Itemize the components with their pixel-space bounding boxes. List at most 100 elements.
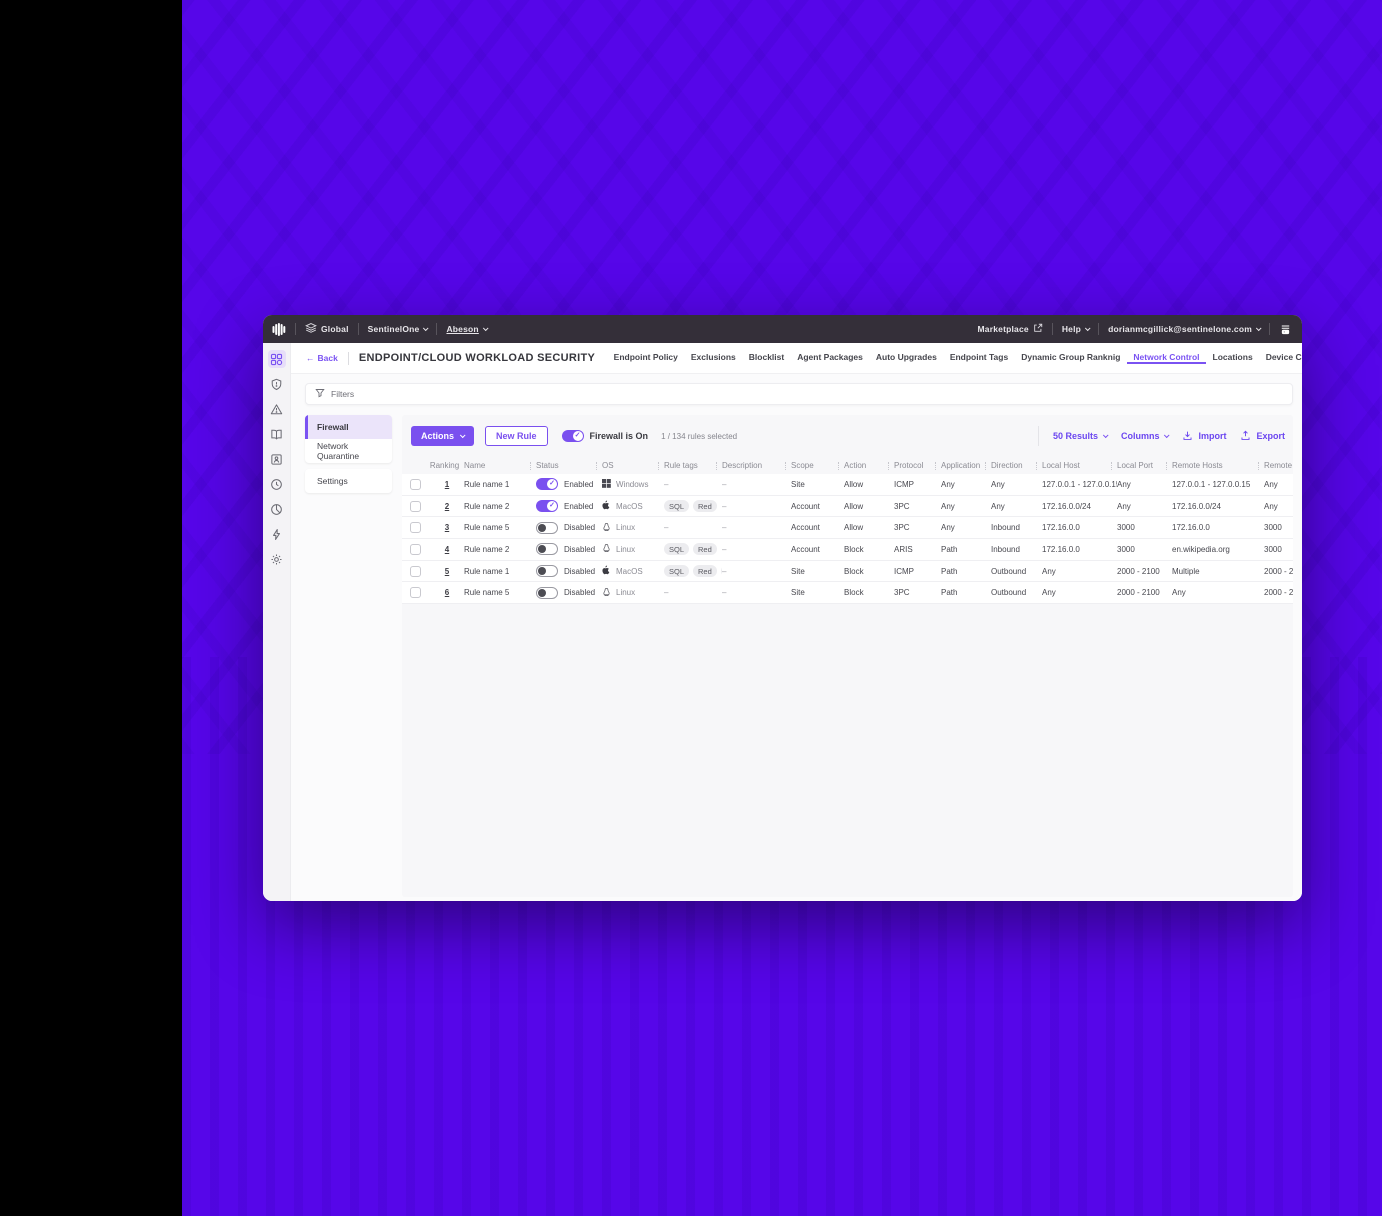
column-header-action[interactable]: Action [844, 461, 894, 471]
column-header-local-port[interactable]: Local Port [1117, 461, 1172, 471]
cell-ranking: 1 [430, 480, 464, 489]
status-toggle[interactable] [536, 587, 558, 599]
column-header-application[interactable]: Application [941, 461, 991, 471]
rule-tag-chip[interactable]: Red [693, 543, 717, 555]
import-button[interactable]: Import [1182, 430, 1226, 443]
status-toggle[interactable] [536, 522, 558, 534]
column-header-protocol[interactable]: Protocol [894, 461, 941, 471]
column-header-remote-port[interactable]: Remote Port [1264, 461, 1293, 471]
table-header-row: RankingNameStatusOSRule tagsDescriptionS… [402, 457, 1293, 474]
tab-endpoint-tags[interactable]: Endpoint Tags [943, 352, 1014, 364]
ranking-link[interactable]: 5 [437, 567, 457, 576]
pie-chart-icon[interactable] [268, 500, 286, 518]
export-button[interactable]: Export [1240, 430, 1285, 443]
table-row[interactable]: 1Rule name 1✓EnabledWindows––SiteAllowIC… [402, 474, 1293, 496]
column-header-scope[interactable]: Scope [791, 461, 844, 471]
tab-device-control[interactable]: Device Control [1259, 352, 1302, 364]
cell-remote-port: 3000 [1264, 545, 1293, 554]
settings-gear-icon[interactable] [268, 550, 286, 568]
library-book-icon[interactable] [268, 425, 286, 443]
row-checkbox[interactable] [410, 566, 421, 577]
chevron-down-icon [483, 325, 489, 331]
ranking-link[interactable]: 1 [437, 480, 457, 489]
ranking-link[interactable]: 4 [437, 545, 457, 554]
status-toggle[interactable] [536, 565, 558, 577]
row-checkbox[interactable] [410, 479, 421, 490]
ranking-link[interactable]: 3 [437, 523, 457, 532]
tab-endpoint-policy[interactable]: Endpoint Policy [607, 352, 684, 364]
status-toggle[interactable]: ✓ [536, 500, 558, 512]
subnav-item-firewall[interactable]: Firewall [305, 415, 392, 439]
org-menu[interactable]: SentinelOne [368, 324, 428, 334]
help-menu[interactable]: Help [1062, 324, 1089, 334]
table-row[interactable]: 3Rule name 5DisabledLinux––AccountAllow3… [402, 517, 1293, 539]
tab-dynamic-group-ranknig[interactable]: Dynamic Group Ranknig [1015, 352, 1127, 364]
rule-tag-chip[interactable]: SQL [664, 500, 689, 512]
row-checkbox[interactable] [410, 587, 421, 598]
tab-network-control[interactable]: Network Control [1127, 352, 1206, 364]
os-label: MacOS [616, 502, 643, 511]
firewall-toggle[interactable]: ✓ [562, 430, 584, 442]
results-count-dropdown[interactable]: 50 Results [1053, 431, 1107, 441]
cell-rule-tags: SQLRed+3 [664, 565, 722, 577]
back-button[interactable]: ← Back [306, 353, 338, 363]
column-header-ranking[interactable]: Ranking [430, 461, 464, 471]
new-rule-button[interactable]: New Rule [485, 426, 548, 446]
site-menu[interactable]: Abeson [446, 324, 486, 334]
cell-action: Block [844, 567, 894, 576]
table-row[interactable]: 5Rule name 1DisabledMacOSSQLRed+3–SiteBl… [402, 561, 1293, 583]
row-checkbox[interactable] [410, 522, 421, 533]
ranking-link[interactable]: 6 [437, 588, 457, 597]
column-header-name[interactable]: Name [464, 461, 536, 471]
column-header-rule-tags[interactable]: Rule tags [664, 461, 722, 471]
table-body: 1Rule name 1✓EnabledWindows––SiteAllowIC… [402, 474, 1293, 604]
table-row[interactable]: 6Rule name 5DisabledLinux––SiteBlock3PCP… [402, 582, 1293, 604]
rule-tag-chip[interactable]: SQL [664, 543, 689, 555]
rule-tag-chip[interactable]: Red [693, 565, 717, 577]
status-label: Disabled [564, 588, 595, 597]
columns-label: Columns [1121, 431, 1160, 441]
status-toggle[interactable] [536, 543, 558, 555]
column-header-local-host[interactable]: Local Host [1042, 461, 1117, 471]
lightning-icon[interactable] [268, 525, 286, 543]
chevron-down-icon [1085, 325, 1091, 331]
user-menu[interactable]: dorianmcgillick@sentinelone.com [1108, 324, 1260, 334]
cell-name: Rule name 1 [464, 480, 536, 489]
tab-blocklist[interactable]: Blocklist [742, 352, 790, 364]
status-toggle[interactable]: ✓ [536, 478, 558, 490]
row-checkbox[interactable] [410, 501, 421, 512]
table-row[interactable]: 4Rule name 2DisabledLinuxSQLRed–AccountB… [402, 539, 1293, 561]
os-label: Linux [616, 545, 635, 554]
shield-alert-icon[interactable] [268, 375, 286, 393]
history-clock-icon[interactable] [268, 475, 286, 493]
subnav-item-settings[interactable]: Settings [305, 469, 392, 493]
column-header-status[interactable]: Status [536, 461, 602, 471]
tab-agent-packages[interactable]: Agent Packages [791, 352, 870, 364]
filters-bar[interactable]: Filters [305, 383, 1293, 405]
columns-dropdown[interactable]: Columns [1121, 431, 1169, 441]
policy-card-icon[interactable] [268, 450, 286, 468]
status-label: Enabled [564, 502, 593, 511]
tab-exclusions[interactable]: Exclusions [684, 352, 742, 364]
column-header-description[interactable]: Description [722, 461, 791, 471]
rule-tag-chip[interactable]: Red [693, 500, 717, 512]
subnav-item-network-quarantine[interactable]: Network Quarantine [305, 439, 392, 463]
tab-locations[interactable]: Locations [1206, 352, 1259, 364]
warning-triangle-icon[interactable] [268, 400, 286, 418]
marketplace-link[interactable]: Marketplace [978, 323, 1043, 335]
chevron-down-icon [1256, 325, 1262, 331]
os-label: Windows [616, 480, 648, 489]
column-header-os[interactable]: OS [602, 461, 664, 471]
tab-auto-upgrades[interactable]: Auto Upgrades [869, 352, 943, 364]
ranking-link[interactable]: 2 [437, 502, 457, 511]
column-header-direction[interactable]: Direction [991, 461, 1042, 471]
console-printer-icon[interactable] [1279, 323, 1292, 336]
scope-menu[interactable]: Global [305, 322, 349, 336]
rule-tag-chip[interactable]: SQL [664, 565, 689, 577]
actions-button[interactable]: Actions [411, 426, 474, 446]
dashboard-icon[interactable] [268, 350, 286, 368]
table-row[interactable]: 2Rule name 2✓EnabledMacOSSQLRed–AccountA… [402, 496, 1293, 518]
cell-scope: Site [791, 567, 844, 576]
column-header-remote-hosts[interactable]: Remote Hosts [1172, 461, 1264, 471]
row-checkbox[interactable] [410, 544, 421, 555]
